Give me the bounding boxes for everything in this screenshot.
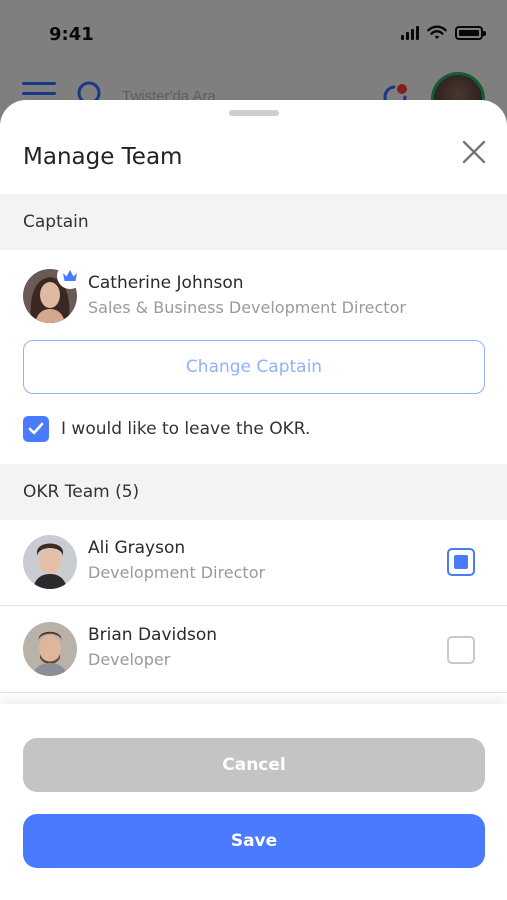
okr-team-section-header: OKR Team (5) bbox=[0, 464, 507, 520]
check-icon bbox=[28, 422, 44, 435]
sheet-grabber[interactable] bbox=[229, 110, 279, 116]
member-role: Developer bbox=[88, 650, 171, 669]
member-role: Development Director bbox=[88, 563, 266, 582]
member-avatar bbox=[23, 622, 77, 676]
crown-icon bbox=[63, 270, 77, 281]
sheet-title: Manage Team bbox=[23, 144, 183, 170]
member-avatar bbox=[23, 535, 77, 589]
sheet-footer: Cancel Save bbox=[0, 704, 507, 900]
manage-team-sheet: Manage Team Captain Catherine Johnson Sa… bbox=[0, 100, 507, 900]
member-checkbox[interactable] bbox=[447, 636, 475, 664]
change-captain-button[interactable]: Change Captain bbox=[23, 340, 485, 394]
team-member-row[interactable]: Ali Grayson Development Director bbox=[0, 520, 507, 606]
leave-okr-checkbox[interactable] bbox=[23, 416, 49, 442]
member-name: Brian Davidson bbox=[88, 625, 218, 645]
captain-section-header: Captain bbox=[0, 194, 507, 250]
leave-okr-label[interactable]: I would like to leave the OKR. bbox=[61, 419, 310, 439]
crown-badge bbox=[57, 263, 83, 289]
member-name: Ali Grayson bbox=[88, 538, 186, 558]
close-icon[interactable] bbox=[461, 139, 487, 165]
captain-row: Catherine Johnson Sales & Business Devel… bbox=[0, 250, 507, 336]
save-button[interactable]: Save bbox=[23, 814, 485, 868]
row-divider bbox=[0, 692, 507, 693]
cancel-button[interactable]: Cancel bbox=[23, 738, 485, 792]
member-checkbox[interactable] bbox=[447, 548, 475, 576]
leave-okr-row[interactable]: I would like to leave the OKR. bbox=[23, 415, 310, 443]
captain-name: Catherine Johnson bbox=[88, 273, 244, 293]
captain-role: Sales & Business Development Director bbox=[88, 298, 406, 317]
team-member-row[interactable]: Brian Davidson Developer bbox=[0, 606, 507, 692]
